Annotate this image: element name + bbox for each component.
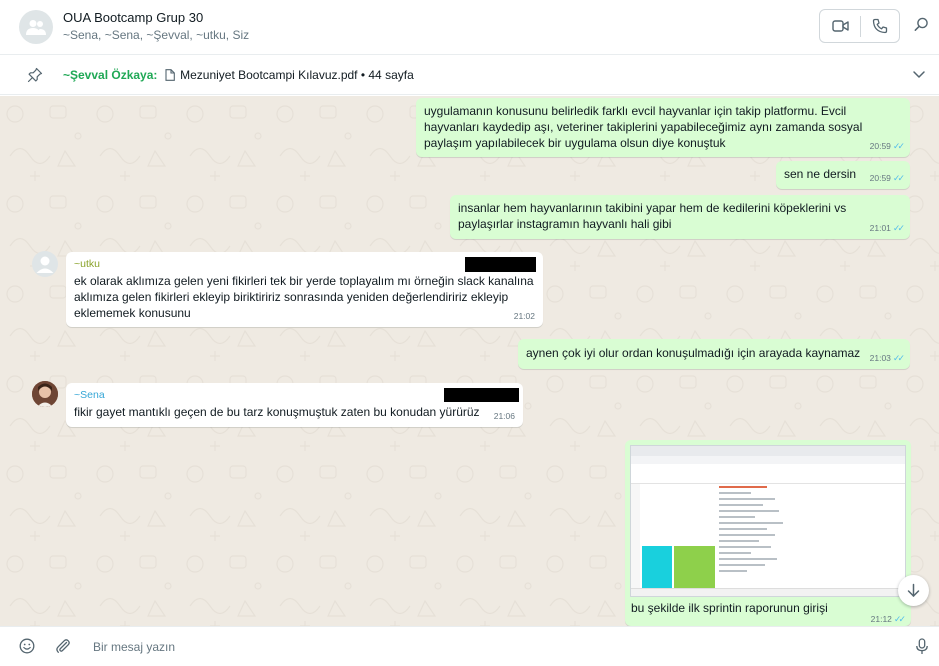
pinned-document: Mezuniyet Bootcampi Kılavuz.pdf • 44 say…	[180, 68, 414, 82]
group-members[interactable]: ~Sena, ~Sena, ~Şevval, ~utku, Siz	[63, 28, 249, 42]
message-text: insanlar hem hayvanlarının takibini yapa…	[458, 201, 847, 231]
message-outgoing[interactable]: aynen çok iyi olur ordan konuşulmadığı i…	[518, 339, 910, 369]
user-avatar-icon	[36, 256, 54, 273]
message-outgoing-image[interactable]: bu şekilde ilk sprintin raporunun girişi…	[625, 440, 911, 626]
attach-icon[interactable]	[55, 638, 71, 654]
image-browser-tabs	[631, 446, 905, 456]
message-time: 21:01 ✓✓	[869, 220, 905, 236]
message-timestamp: 21:12	[870, 614, 892, 624]
chevron-down-icon[interactable]	[912, 69, 926, 79]
shared-screenshot-image[interactable]	[630, 445, 906, 597]
image-toolbar	[631, 464, 905, 484]
compose-bar	[0, 626, 939, 666]
message-text: ek olarak aklımıza gelen yeni fikirleri …	[74, 274, 534, 320]
message-outgoing[interactable]: uygulamanın konusunu belirledik farklı e…	[416, 98, 910, 157]
message-input[interactable]	[93, 636, 883, 658]
message-timestamp: 21:03	[869, 353, 891, 363]
chat-header: OUA Bootcamp Grup 30 ~Sena, ~Sena, ~Şevv…	[0, 0, 939, 55]
search-icon[interactable]	[914, 17, 929, 32]
redacted-phone-number	[444, 388, 519, 402]
call-buttons	[819, 9, 900, 43]
scroll-to-bottom-button[interactable]	[898, 575, 929, 606]
message-time: 20:59 ✓✓	[869, 170, 905, 186]
read-receipt-icon: ✓✓	[893, 614, 906, 624]
message-outgoing[interactable]: sen ne dersin 20:59 ✓✓	[776, 161, 910, 189]
image-taskbar	[631, 588, 905, 596]
group-avatar-icon	[26, 20, 46, 35]
message-time: 20:59 ✓✓	[869, 138, 905, 154]
pinned-message[interactable]: ~Şevval Özkaya: Mezuniyet Bootcampi Kıla…	[63, 68, 414, 82]
document-icon	[165, 69, 175, 81]
message-text: aynen çok iyi olur ordan konuşulmadığı i…	[526, 346, 861, 360]
redacted-phone-number	[465, 257, 536, 272]
message-time: 21:06	[494, 408, 515, 424]
voice-call-icon[interactable]	[872, 18, 888, 34]
user-photo-avatar	[32, 381, 58, 407]
read-receipt-icon: ✓✓	[892, 141, 905, 151]
message-outgoing[interactable]: insanlar hem hayvanlarının takibini yapa…	[450, 195, 910, 239]
read-receipt-icon: ✓✓	[892, 353, 905, 363]
avatar[interactable]	[32, 381, 58, 407]
image-cyan-block	[642, 546, 672, 594]
group-name[interactable]: OUA Bootcamp Grup 30	[63, 10, 203, 25]
message-text: fikir gayet mantıklı geçen de bu tarz ko…	[74, 405, 480, 419]
chat-area[interactable]: uygulamanın konusunu belirledik farklı e…	[0, 96, 939, 626]
mic-icon[interactable]	[915, 638, 929, 655]
call-divider	[860, 16, 861, 37]
message-time: 21:02	[514, 308, 535, 324]
pinned-sender: ~Şevval Özkaya:	[63, 68, 158, 82]
image-document-lines	[719, 486, 799, 591]
message-time: 21:12 ✓✓	[870, 614, 906, 625]
message-timestamp: 21:06	[493, 411, 515, 421]
video-call-icon[interactable]	[832, 19, 849, 33]
message-time: 21:03 ✓✓	[869, 350, 905, 366]
group-avatar[interactable]	[19, 10, 53, 44]
image-address-bar	[631, 456, 905, 464]
message-timestamp: 21:02	[513, 311, 535, 321]
emoji-icon[interactable]	[19, 638, 35, 654]
image-side-panel	[631, 484, 640, 588]
read-receipt-icon: ✓✓	[892, 173, 905, 183]
message-text: uygulamanın konusunu belirledik farklı e…	[424, 104, 863, 150]
image-caption: bu şekilde ilk sprintin raporunun girişi	[631, 601, 828, 615]
arrow-down-icon	[907, 583, 920, 597]
message-timestamp: 20:59	[869, 141, 891, 151]
read-receipt-icon: ✓✓	[892, 223, 905, 233]
pinned-message-bar[interactable]: ~Şevval Özkaya: Mezuniyet Bootcampi Kıla…	[0, 55, 939, 95]
message-timestamp: 20:59	[869, 173, 891, 183]
image-green-block	[674, 546, 715, 594]
avatar[interactable]	[32, 251, 58, 277]
pin-icon	[27, 67, 43, 83]
message-timestamp: 21:01	[869, 223, 891, 233]
